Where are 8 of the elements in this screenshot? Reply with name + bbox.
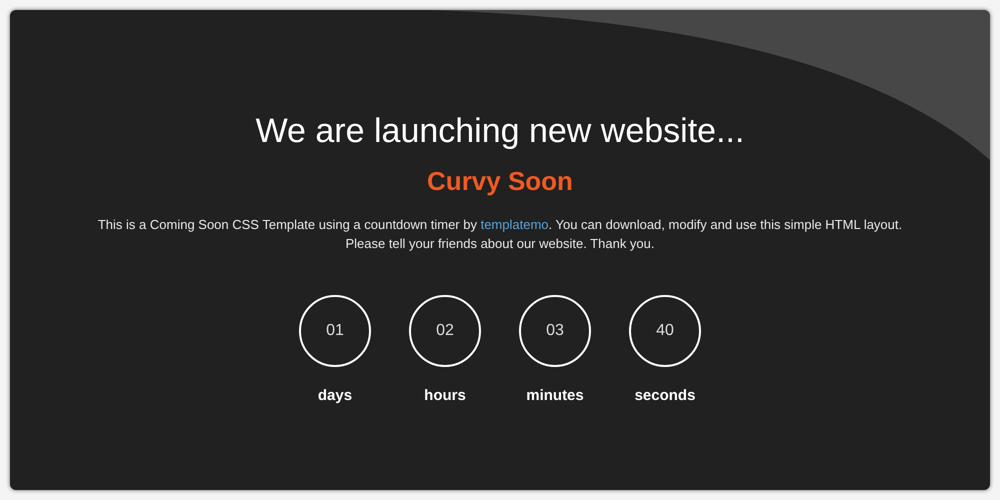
brand-title: Curvy Soon (427, 164, 573, 197)
countdown-label: hours (424, 386, 466, 406)
countdown-label: seconds (634, 386, 696, 406)
description-text: This is a Coming Soon CSS Template using a countdown timer by templatemo. You can download, modify and use this simple HTML layout. Please tell your friends about our website. Thank you. (98, 216, 902, 253)
templatemo-link[interactable]: templatemo (480, 217, 549, 232)
countdown-label: days (318, 386, 352, 406)
countdown-label: minutes (526, 386, 584, 406)
page-heading: We are launching new website... (256, 111, 744, 152)
